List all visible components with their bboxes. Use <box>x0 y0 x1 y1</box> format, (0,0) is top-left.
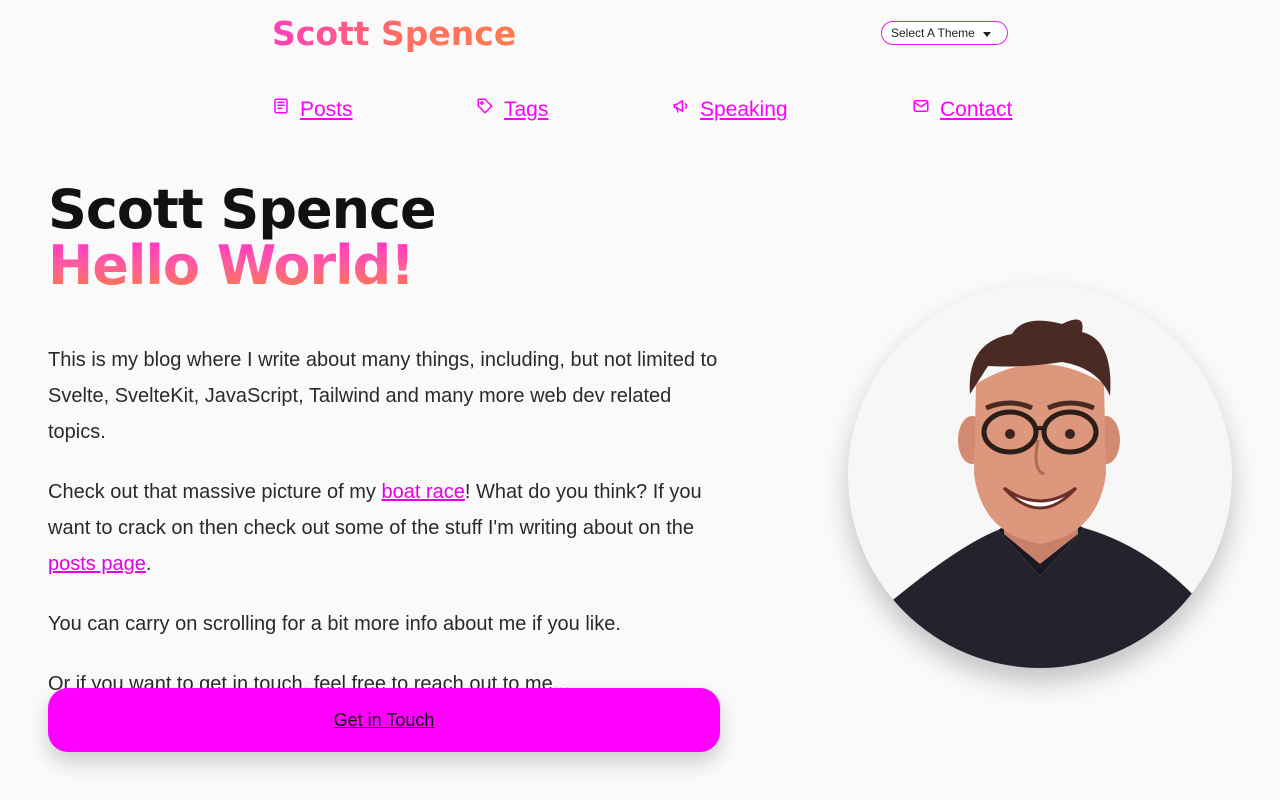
get-in-touch-button[interactable]: Get in Touch <box>48 688 720 752</box>
nav-item-label: Posts <box>300 98 353 121</box>
avatar-illustration <box>848 319 1232 668</box>
nav-item-label: Contact <box>940 98 1013 121</box>
intro-content: This is my blog where I write about many… <box>48 342 728 726</box>
theme-select[interactable]: Select A Theme <box>881 21 1008 45</box>
nav-item-label: Tags <box>504 98 549 121</box>
hero-name: Scott Spence <box>48 178 437 241</box>
nav-item-contact[interactable]: Contact <box>912 98 1012 122</box>
scroll-paragraph: You can carry on scrolling for a bit mor… <box>48 613 621 635</box>
site-title[interactable]: Scott Spence <box>272 14 516 53</box>
chevron-down-icon <box>983 32 991 37</box>
boat-race-link[interactable]: boat race <box>381 481 464 503</box>
megaphone-icon <box>673 100 688 113</box>
nav-item-speaking[interactable]: Speaking <box>672 98 788 122</box>
posts-page-link[interactable]: posts page <box>48 553 146 575</box>
intro-paragraph: This is my blog where I write about many… <box>48 349 718 443</box>
posts-icon <box>274 98 288 114</box>
nav-item-tags[interactable]: Tags <box>476 98 548 122</box>
hero-title: Scott Spence Hello World! <box>48 178 437 297</box>
hero-greeting: Hello World! <box>48 234 415 297</box>
tag-icon <box>477 98 493 114</box>
paragraph-text: . <box>145 553 152 575</box>
nav-item-label: Speaking <box>700 98 788 121</box>
theme-select-value: Select A Theme <box>891 26 975 40</box>
avatar <box>848 284 1232 668</box>
nav-item-posts[interactable]: Posts <box>272 98 353 122</box>
paragraph-text: Check out that massive picture of my <box>48 481 382 503</box>
mail-icon <box>913 100 929 112</box>
intro-paragraph-links: Check out that massive picture of my boa… <box>48 474 728 582</box>
